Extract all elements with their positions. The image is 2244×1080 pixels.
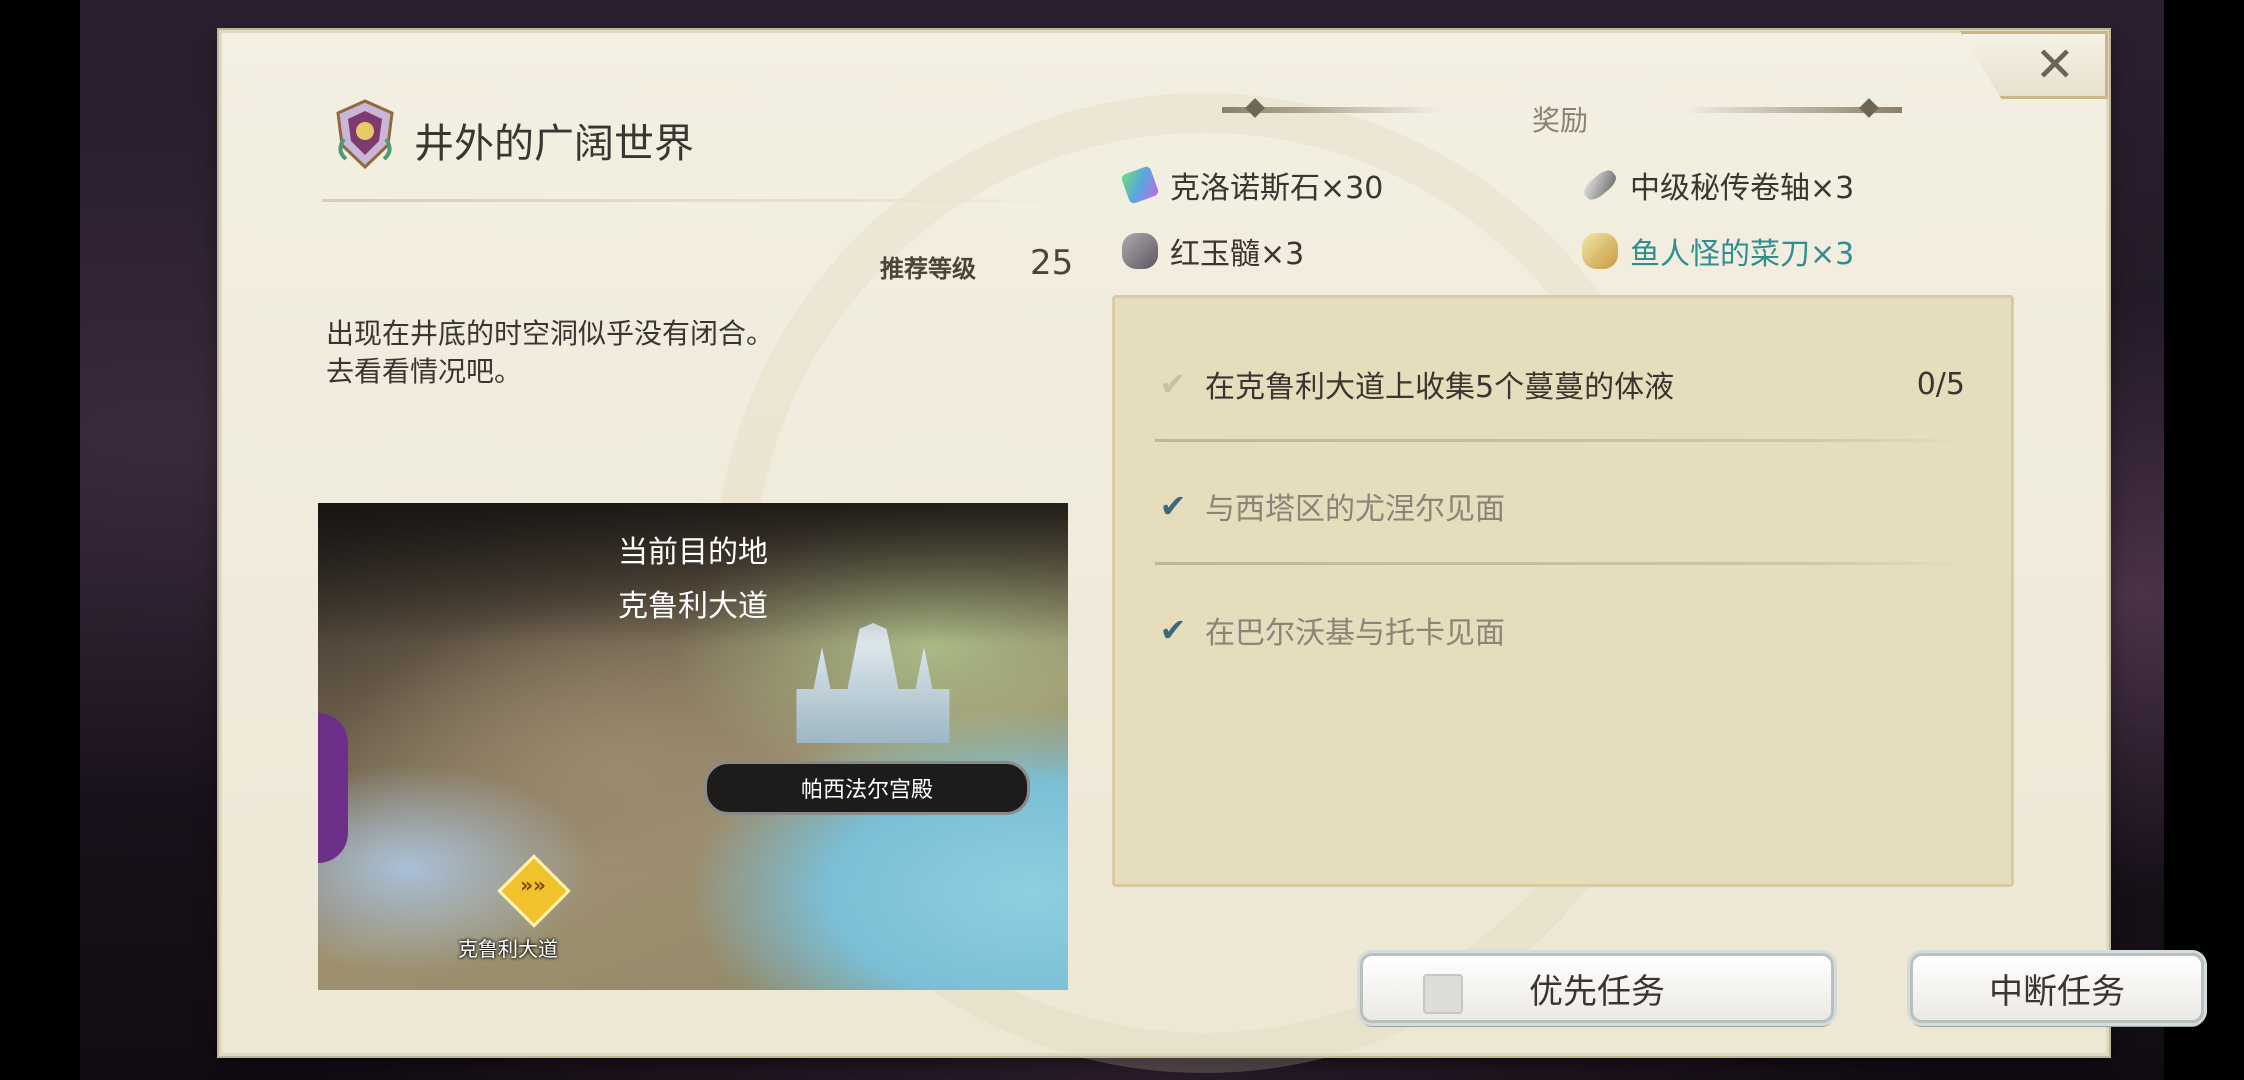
marker-arrows-icon: »»: [520, 873, 546, 897]
priority-quest-button[interactable]: 优先任务: [1360, 953, 1834, 1023]
close-icon: ✕: [2034, 37, 2075, 93]
reward-item-chronos-stone[interactable]: 克洛诺斯石×30: [1120, 163, 1384, 207]
priority-checkbox[interactable]: [1423, 974, 1463, 1014]
reward-label: 克洛诺斯石×30: [1170, 171, 1384, 206]
reward-ornament-right: [1682, 107, 1902, 113]
recommended-level-label: 推荐等级: [880, 254, 976, 283]
objective-progress: 0/5: [1916, 366, 1965, 402]
objective-divider: [1155, 439, 1967, 442]
scroll-icon: [1580, 166, 1620, 204]
quest-emblem-icon: [336, 99, 394, 169]
ore-icon: [1122, 233, 1158, 269]
description-line-1: 出现在井底的时空洞似乎没有闭合。: [326, 317, 775, 350]
reward-item-intermediate-scroll[interactable]: 中级秘传卷轴×3: [1580, 163, 1855, 207]
current-destination-name: 克鲁利大道: [618, 589, 768, 624]
reward-label: 中级秘传卷轴×3: [1630, 171, 1855, 206]
reward-label: 鱼人怪的菜刀×3: [1630, 237, 1855, 272]
current-destination-label: 当前目的地: [618, 535, 768, 570]
title-divider: [322, 199, 1070, 202]
objective-item: ✔ 与西塔区的尤涅尔见面: [1155, 476, 1965, 536]
abort-quest-button[interactable]: 中断任务: [1910, 953, 2204, 1023]
objectives-box: ✔ 在克鲁利大道上收集5个蔓蔓的体液 0/5 ✔ 与西塔区的尤涅尔见面 ✔ 在巴…: [1112, 295, 2014, 887]
check-done-icon: ✔: [1159, 487, 1187, 525]
reward-label: 红玉髓×3: [1170, 237, 1305, 272]
quest-detail-panel: ✕ 井外的广阔世界 推荐等级 25 出现在井底的时空洞似乎没有闭合。 去看看情况…: [219, 30, 2204, 1073]
objective-text: 与西塔区的尤涅尔见面: [1205, 492, 1505, 527]
quest-title: 井外的广阔世界: [414, 121, 694, 167]
knife-icon: [1582, 233, 1618, 269]
close-button[interactable]: ✕: [1960, 31, 2108, 99]
objective-text: 在巴尔沃基与托卡见面: [1205, 616, 1505, 651]
check-pending-icon: ✔: [1159, 365, 1187, 403]
reward-item-fishman-cleaver[interactable]: 鱼人怪的菜刀×3: [1582, 229, 1854, 273]
check-done-icon: ✔: [1159, 611, 1187, 649]
quest-description: 出现在井底的时空洞似乎没有闭合。 去看看情况吧。: [326, 315, 774, 391]
crystal-icon: [1120, 165, 1160, 205]
description-line-2: 去看看情况吧。: [326, 355, 523, 388]
marker-location-label: 克鲁利大道: [458, 937, 558, 961]
reward-item-carnelian[interactable]: 红玉髓×3: [1122, 229, 1304, 273]
palace-map-label: 帕西法尔宫殿: [704, 761, 1030, 815]
abort-quest-label: 中断任务: [1989, 971, 2125, 1012]
reward-ornament-left: [1222, 107, 1442, 113]
recommended-level-value: 25: [1030, 243, 1074, 283]
priority-quest-label: 优先任务: [1529, 971, 1665, 1012]
objective-divider: [1155, 562, 1967, 565]
rewards-title: 奖励: [1532, 104, 1589, 137]
objective-text: 在克鲁利大道上收集5个蔓蔓的体液: [1205, 370, 1675, 405]
destination-map[interactable]: 当前目的地 克鲁利大道 帕西法尔宫殿 »» 克鲁利大道: [318, 503, 1068, 990]
objective-item: ✔ 在巴尔沃基与托卡见面: [1155, 600, 1965, 660]
objective-item: ✔ 在克鲁利大道上收集5个蔓蔓的体液 0/5: [1155, 354, 1965, 414]
map-purple-region: [318, 713, 348, 863]
